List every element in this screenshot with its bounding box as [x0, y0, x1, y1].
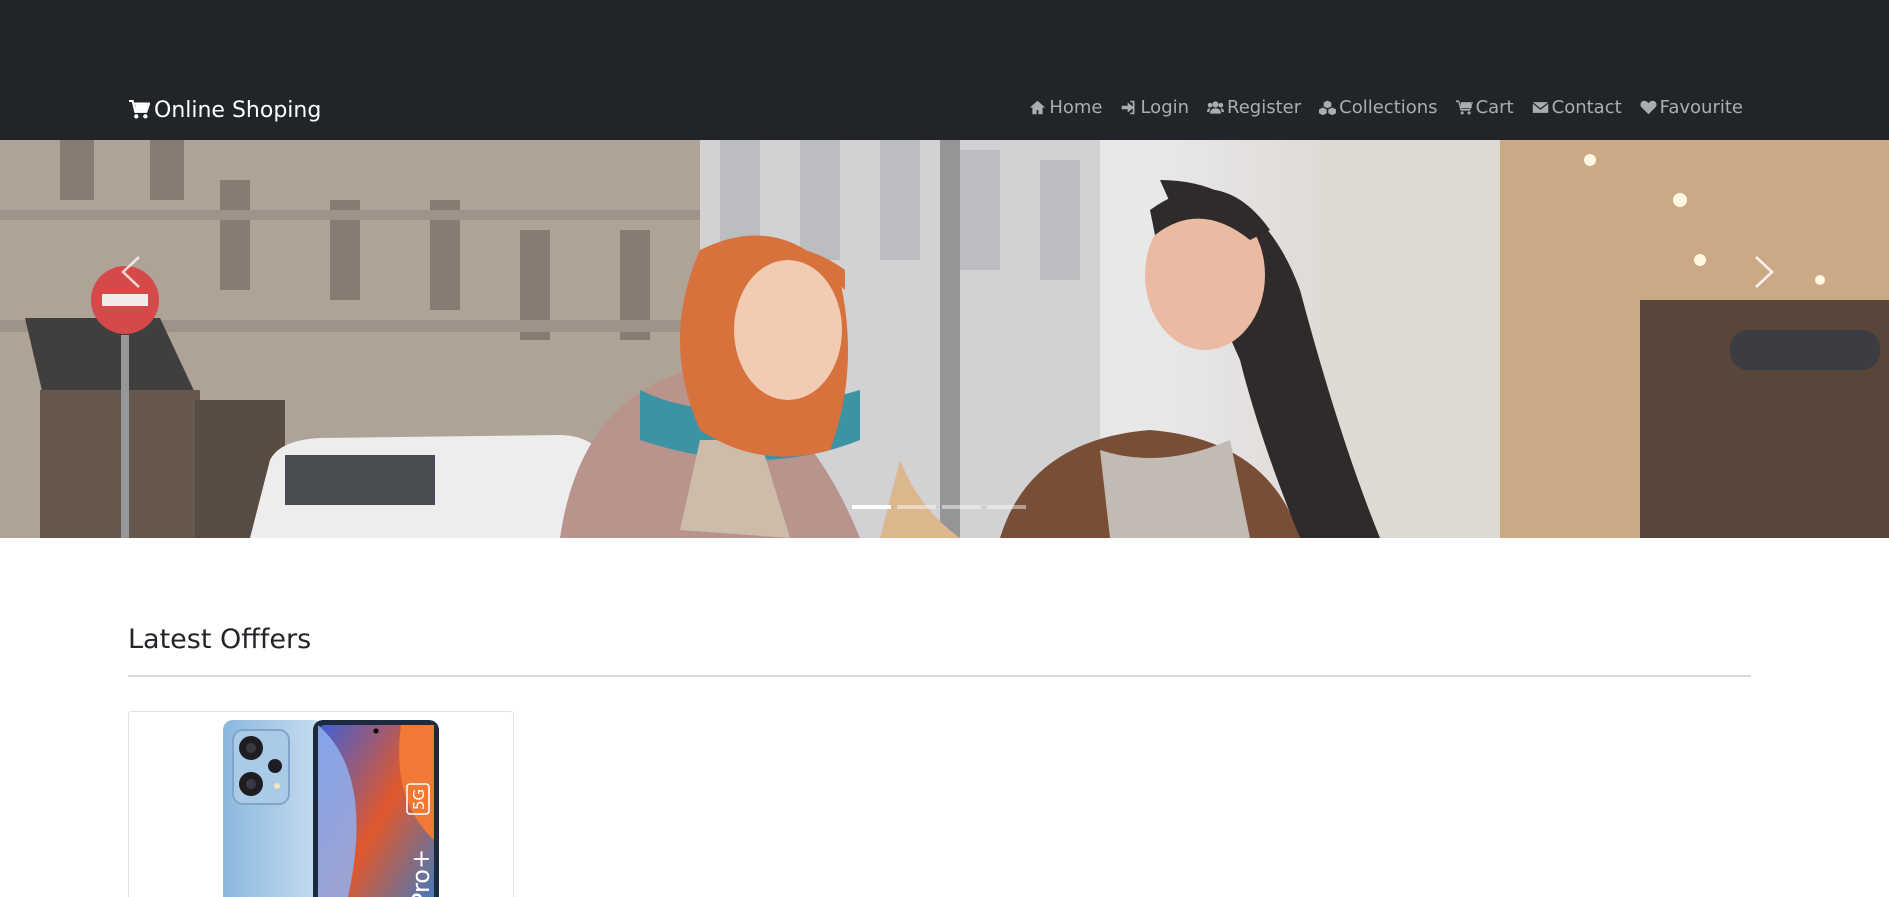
- navbar: Online Shoping Home Login Register Colle…: [0, 0, 1889, 140]
- nav-collections-label: Collections: [1339, 97, 1438, 118]
- cart-icon: [129, 100, 150, 119]
- cart-icon: [1455, 100, 1473, 115]
- nav-home-label: Home: [1049, 97, 1103, 118]
- hero-slide-image: [0, 140, 1889, 538]
- nav-favourite[interactable]: Favourite: [1640, 97, 1743, 118]
- nav-favourite-label: Favourite: [1659, 97, 1743, 118]
- chevron-right-icon: [1755, 256, 1774, 288]
- product-badge-text: 5G: [410, 789, 428, 810]
- nav-contact-label: Contact: [1551, 97, 1622, 118]
- chevron-left-icon: [121, 256, 140, 288]
- heart-icon: [1640, 100, 1657, 115]
- carousel-indicator-2[interactable]: [897, 505, 936, 509]
- nav-cart[interactable]: Cart: [1455, 97, 1514, 118]
- brand-link[interactable]: Online Shoping: [128, 96, 321, 124]
- carousel-indicators: [852, 505, 1026, 509]
- sign-in-icon: [1122, 100, 1135, 115]
- main-nav: Home Login Register Collections Cart Con…: [1029, 97, 1743, 118]
- hero-carousel: [0, 140, 1889, 538]
- carousel-indicator-3[interactable]: [942, 505, 981, 509]
- product-model-text: 2 Pro+: [407, 849, 435, 897]
- brand-name: Online Shoping: [154, 97, 322, 123]
- carousel-indicator-1[interactable]: [852, 505, 891, 509]
- nav-login[interactable]: Login: [1120, 97, 1189, 118]
- nav-login-label: Login: [1140, 97, 1190, 118]
- product-card[interactable]: 5G 2 Pro+: [128, 711, 514, 897]
- nav-collections[interactable]: Collections: [1319, 97, 1438, 118]
- envelope-icon: [1532, 102, 1548, 113]
- nav-contact[interactable]: Contact: [1532, 97, 1622, 118]
- nav-register-label: Register: [1227, 97, 1302, 118]
- cubes-icon: [1319, 100, 1337, 116]
- carousel-indicator-4[interactable]: [987, 505, 1026, 509]
- product-image: 5G 2 Pro+: [223, 720, 439, 897]
- nav-home[interactable]: Home: [1029, 97, 1102, 118]
- nav-register[interactable]: Register: [1207, 97, 1301, 118]
- section-divider: [128, 675, 1751, 677]
- section-title: Latest Offfers: [128, 624, 312, 655]
- home-icon: [1030, 100, 1046, 115]
- nav-cart-label: Cart: [1475, 97, 1514, 118]
- carousel-next-button[interactable]: [1735, 232, 1791, 312]
- carousel-prev-button[interactable]: [104, 232, 160, 312]
- users-icon: [1207, 101, 1225, 114]
